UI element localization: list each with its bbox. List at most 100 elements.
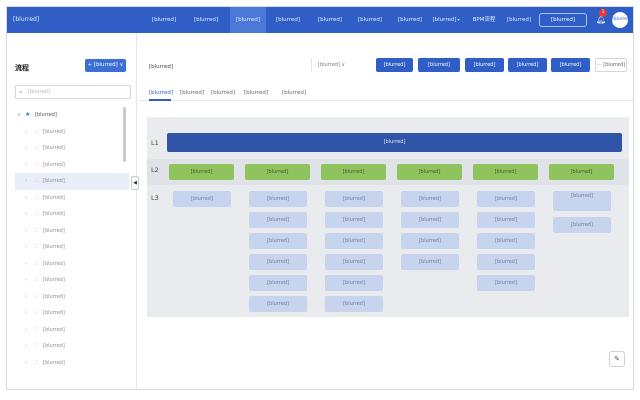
- tree-scrollbar[interactable]: [123, 107, 126, 162]
- tree-node[interactable]: › ∴ [blurred]: [15, 239, 129, 256]
- tree-node[interactable]: › ∴ [blurred]: [15, 206, 129, 223]
- tree-node-label: [blurred]: [43, 227, 65, 234]
- l2-process-box[interactable]: [blurred]: [321, 164, 386, 180]
- l3-process-box[interactable]: [blurred]: [249, 254, 307, 270]
- tree-node[interactable]: › ∴ [blurred]: [15, 289, 129, 306]
- chevron-right-icon[interactable]: ›: [25, 355, 27, 372]
- toolbar-button-2[interactable]: [blurred]: [465, 58, 504, 72]
- nav-item-3[interactable]: [blurred]: [270, 7, 306, 33]
- level-label-l3: L3: [151, 194, 159, 202]
- collapse-panel-button[interactable]: ◀: [131, 176, 139, 190]
- l3-process-box[interactable]: [blurred]: [401, 233, 459, 249]
- l3-process-box[interactable]: [blurred]: [477, 275, 535, 291]
- chevron-right-icon[interactable]: ›: [25, 206, 27, 223]
- l3-process-box[interactable]: [blurred]: [477, 233, 535, 249]
- toolbar-button-4[interactable]: [blurred]: [551, 58, 590, 72]
- nav-item-8[interactable]: BPM流程: [466, 7, 502, 33]
- l1-process-box[interactable]: [blurred]: [167, 133, 622, 152]
- l3-process-box[interactable]: [blurred]: [249, 212, 307, 228]
- chevron-right-icon[interactable]: ›: [25, 223, 27, 240]
- l3-process-box[interactable]: [blurred]: [249, 233, 307, 249]
- tree-node[interactable]: › ∴ [blurred]: [15, 272, 129, 289]
- nav-item-label: [blurred]: [276, 17, 300, 23]
- tree-node[interactable]: › ∴ [blurred]: [15, 305, 129, 322]
- process-node-icon: ∴: [35, 177, 39, 184]
- l2-process-box[interactable]: [blurred]: [397, 164, 462, 180]
- toolbar-button-1[interactable]: [blurred]: [418, 58, 460, 72]
- chevron-right-icon[interactable]: ›: [25, 140, 27, 157]
- nav-item-4[interactable]: [blurred]: [312, 7, 348, 33]
- chevron-right-icon[interactable]: ›: [25, 322, 27, 339]
- chevron-right-icon[interactable]: ›: [25, 272, 27, 289]
- l3-process-box[interactable]: [blurred]: [477, 212, 535, 228]
- l3-process-box[interactable]: [blurred]: [553, 217, 611, 233]
- l3-process-box[interactable]: [blurred]: [325, 275, 383, 291]
- chevron-right-icon[interactable]: ›: [25, 157, 27, 174]
- l3-process-box[interactable]: [blurred]: [249, 275, 307, 291]
- nav-item-5[interactable]: [blurred]: [352, 7, 388, 33]
- l3-process-box[interactable]: [blurred]: [325, 212, 383, 228]
- chevron-right-icon[interactable]: ›: [25, 305, 27, 322]
- l3-process-box[interactable]: [blurred]: [401, 191, 459, 207]
- nav-item-6[interactable]: [blurred]: [392, 7, 428, 33]
- version-select[interactable]: [blurred] ∨: [311, 58, 355, 72]
- toolbar-button-5[interactable]: ··· [blurred]: [595, 58, 627, 72]
- tree-node[interactable]: › ∴ [blurred]: [15, 173, 129, 190]
- l3-process-box[interactable]: [blurred]: [553, 191, 611, 211]
- l3-process-box[interactable]: [blurred]: [173, 191, 231, 207]
- l2-process-box[interactable]: [blurred]: [473, 164, 538, 180]
- l3-process-box[interactable]: [blurred]: [249, 191, 307, 207]
- l3-process-box[interactable]: [blurred]: [325, 191, 383, 207]
- l3-process-box[interactable]: [blurred]: [401, 254, 459, 270]
- tree-node[interactable]: › ∴ [blurred]: [15, 256, 129, 273]
- nav-item-7[interactable]: [blurred]▾: [428, 7, 464, 33]
- chevron-right-icon[interactable]: ›: [25, 190, 27, 207]
- l2-process-box[interactable]: [blurred]: [245, 164, 310, 180]
- tree-node[interactable]: › ∴ [blurred]: [15, 157, 129, 174]
- l3-process-box[interactable]: [blurred]: [249, 296, 307, 312]
- tree-node[interactable]: › ∴ [blurred]: [15, 355, 129, 372]
- tree-node[interactable]: › ∴ [blurred]: [15, 190, 129, 207]
- chevron-right-icon[interactable]: ›: [25, 289, 27, 306]
- l3-process-box[interactable]: [blurred]: [477, 191, 535, 207]
- avatar[interactable]: [blurred]: [612, 12, 632, 28]
- l3-process-box[interactable]: [blurred]: [325, 296, 383, 312]
- process-node-icon: ∴: [35, 243, 39, 250]
- tree-root-node[interactable]: ∨ ★ [blurred]: [15, 107, 129, 124]
- l2-band: L2 [blurred] [blurred] [blurred] [blurred] […: [147, 159, 629, 185]
- chevron-right-icon[interactable]: ›: [25, 256, 27, 273]
- chevron-right-icon[interactable]: ›: [25, 124, 27, 141]
- edit-icon[interactable]: ✎: [609, 351, 625, 367]
- l3-process-box[interactable]: [blurred]: [477, 254, 535, 270]
- tab-4[interactable]: [blurred]: [281, 87, 307, 101]
- l3-process-box[interactable]: [blurred]: [325, 233, 383, 249]
- l2-process-box[interactable]: [blurred]: [549, 164, 614, 180]
- nav-item-2[interactable]: [blurred]: [230, 7, 266, 33]
- tree-node[interactable]: › ∴ [blurred]: [15, 124, 129, 141]
- tree-search-input[interactable]: [28, 87, 128, 97]
- toolbar-button-0[interactable]: [blurred]: [376, 58, 413, 72]
- nav-item-1[interactable]: [blurred]: [188, 7, 224, 33]
- tree-node-label: [blurred]: [43, 194, 65, 201]
- l3-process-box[interactable]: [blurred]: [325, 254, 383, 270]
- l2-process-box[interactable]: [blurred]: [169, 164, 234, 180]
- tab-2[interactable]: [blurred]: [211, 87, 235, 101]
- tab-0[interactable]: [blurred]: [149, 87, 173, 101]
- tree-node[interactable]: › ∴ [blurred]: [15, 338, 129, 355]
- tree-node[interactable]: › ∴ [blurred]: [15, 223, 129, 240]
- chevron-right-icon[interactable]: ›: [25, 173, 27, 190]
- chevron-right-icon[interactable]: ›: [25, 239, 27, 256]
- portal-button[interactable]: [blurred]: [539, 13, 587, 27]
- tree-node[interactable]: › ∴ [blurred]: [15, 140, 129, 157]
- l3-process-box[interactable]: [blurred]: [401, 212, 459, 228]
- nav-item-0[interactable]: [blurred]: [146, 7, 182, 33]
- nav-item-9[interactable]: [blurred]: [506, 7, 532, 33]
- chevron-right-icon[interactable]: ›: [25, 338, 27, 355]
- tab-3[interactable]: [blurred]: [243, 87, 269, 101]
- tree-search: ⌕: [15, 85, 131, 99]
- toolbar-button-3[interactable]: [blurred]: [508, 58, 547, 72]
- add-button[interactable]: + [blurred] ∨: [85, 59, 126, 72]
- chevron-down-icon[interactable]: ∨: [17, 107, 21, 124]
- tab-1[interactable]: [blurred]: [180, 87, 204, 101]
- tree-node[interactable]: › ∴ [blurred]: [15, 322, 129, 339]
